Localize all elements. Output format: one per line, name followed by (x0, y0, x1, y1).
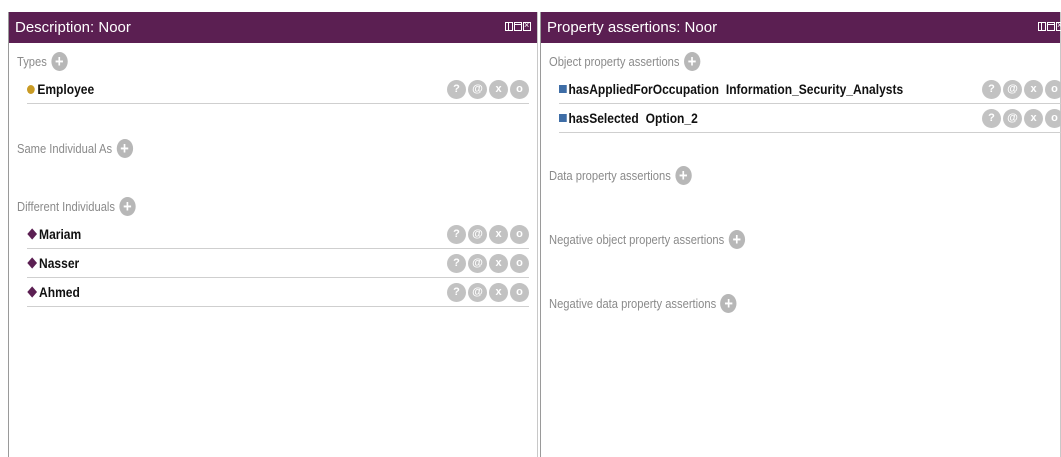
object-property-section-header: Object property assertions + (549, 47, 988, 75)
object-property-row[interactable]: hasSelected Option_2 ? @ x o (559, 104, 1061, 133)
at-button[interactable]: @ (468, 225, 487, 244)
delete-button[interactable]: x (489, 254, 508, 273)
annotate-button[interactable]: ? (982, 80, 1001, 99)
same-individual-section-header: Same Individual As + (17, 134, 457, 162)
negative-object-property-label: Negative object property assertions (549, 231, 725, 247)
data-property-section-header: Data property assertions + (549, 161, 988, 189)
row-actions: ? @ x o (447, 254, 529, 273)
object-property-icon (559, 114, 567, 122)
negative-object-property-section-header: Negative object property assertions + (549, 225, 988, 253)
add-object-property-button[interactable]: + (683, 51, 701, 71)
annotate-button[interactable]: ? (447, 225, 466, 244)
property-name: hasSelected (568, 110, 639, 126)
types-section-header: Types + (17, 47, 457, 75)
window-controls (1038, 19, 1061, 31)
negative-data-property-section-header: Negative data property assertions + (549, 289, 988, 317)
annotate-button[interactable]: ? (447, 254, 466, 273)
type-row[interactable]: Employee ? @ x o (27, 75, 529, 104)
annotate-button[interactable]: ? (447, 283, 466, 302)
same-individual-label: Same Individual As (17, 140, 113, 156)
different-individual-row[interactable]: Nasser ? @ x o (27, 249, 529, 278)
at-button[interactable]: @ (468, 283, 487, 302)
maximize-window-icon[interactable] (1047, 22, 1055, 31)
add-data-property-button[interactable]: + (675, 165, 692, 185)
add-negative-object-property-button[interactable]: + (728, 229, 745, 249)
edit-button[interactable]: o (510, 283, 529, 302)
add-type-button[interactable]: + (51, 51, 68, 71)
row-actions: ? @ x o (447, 225, 529, 244)
description-panel-title: Description: Noor (15, 19, 131, 36)
property-name: hasAppliedForOccupation (568, 81, 719, 97)
at-button[interactable]: @ (1003, 109, 1022, 128)
delete-button[interactable]: x (489, 80, 508, 99)
annotate-button[interactable]: ? (447, 80, 466, 99)
property-value: Information_Security_Analysts (725, 81, 904, 97)
different-individuals-section-header: Different Individuals + (17, 192, 457, 220)
annotate-button[interactable]: ? (982, 109, 1001, 128)
object-property-icon (559, 85, 567, 93)
add-same-individual-button[interactable]: + (116, 138, 133, 158)
edit-button[interactable]: o (510, 80, 529, 99)
tile-window-icon[interactable] (505, 22, 513, 31)
add-different-individual-button[interactable]: + (119, 196, 136, 216)
object-property-label: Object property assertions (549, 53, 680, 69)
different-individual-row[interactable]: Mariam ? @ x o (27, 220, 529, 249)
row-actions: ? @ x o (982, 80, 1061, 99)
at-button[interactable]: @ (468, 254, 487, 273)
tile-window-icon[interactable] (1038, 22, 1046, 31)
individual-icon (27, 228, 38, 240)
close-window-icon[interactable] (523, 19, 531, 31)
row-actions: ? @ x o (447, 80, 529, 99)
edit-button[interactable]: o (1045, 109, 1061, 128)
different-individuals-label: Different Individuals (17, 198, 115, 214)
delete-button[interactable]: x (1024, 109, 1043, 128)
property-value: Option_2 (645, 110, 698, 126)
delete-button[interactable]: x (1024, 80, 1043, 99)
edit-button[interactable]: o (1045, 80, 1061, 99)
close-window-icon[interactable] (1056, 19, 1061, 31)
property-panel-titlebar: Property assertions: Noor (541, 12, 1061, 43)
types-label: Types (17, 53, 47, 69)
delete-button[interactable]: x (489, 225, 508, 244)
row-actions: ? @ x o (447, 283, 529, 302)
add-negative-data-property-button[interactable]: + (720, 293, 737, 313)
individual-icon (27, 257, 38, 269)
at-button[interactable]: @ (468, 80, 487, 99)
individual-name: Mariam (39, 226, 82, 242)
individual-name: Ahmed (39, 284, 80, 300)
window-controls (505, 19, 531, 31)
different-individual-row[interactable]: Ahmed ? @ x o (27, 278, 529, 307)
individual-name: Nasser (39, 255, 80, 271)
individual-icon (27, 286, 38, 298)
negative-data-property-label: Negative data property assertions (549, 295, 717, 311)
at-button[interactable]: @ (1003, 80, 1022, 99)
maximize-window-icon[interactable] (514, 22, 522, 31)
class-icon (27, 84, 35, 94)
data-property-label: Data property assertions (549, 167, 671, 183)
property-panel-title: Property assertions: Noor (547, 19, 718, 36)
delete-button[interactable]: x (489, 283, 508, 302)
edit-button[interactable]: o (510, 254, 529, 273)
type-name: Employee (37, 81, 95, 97)
property-assertions-panel: Property assertions: Noor Object propert… (540, 12, 1061, 457)
description-panel: Description: Noor Types + Employee ? @ x… (8, 12, 538, 457)
description-panel-titlebar: Description: Noor (9, 12, 537, 43)
row-actions: ? @ x o (982, 109, 1061, 128)
object-property-row[interactable]: hasAppliedForOccupation Information_Secur… (559, 75, 1061, 104)
edit-button[interactable]: o (510, 225, 529, 244)
